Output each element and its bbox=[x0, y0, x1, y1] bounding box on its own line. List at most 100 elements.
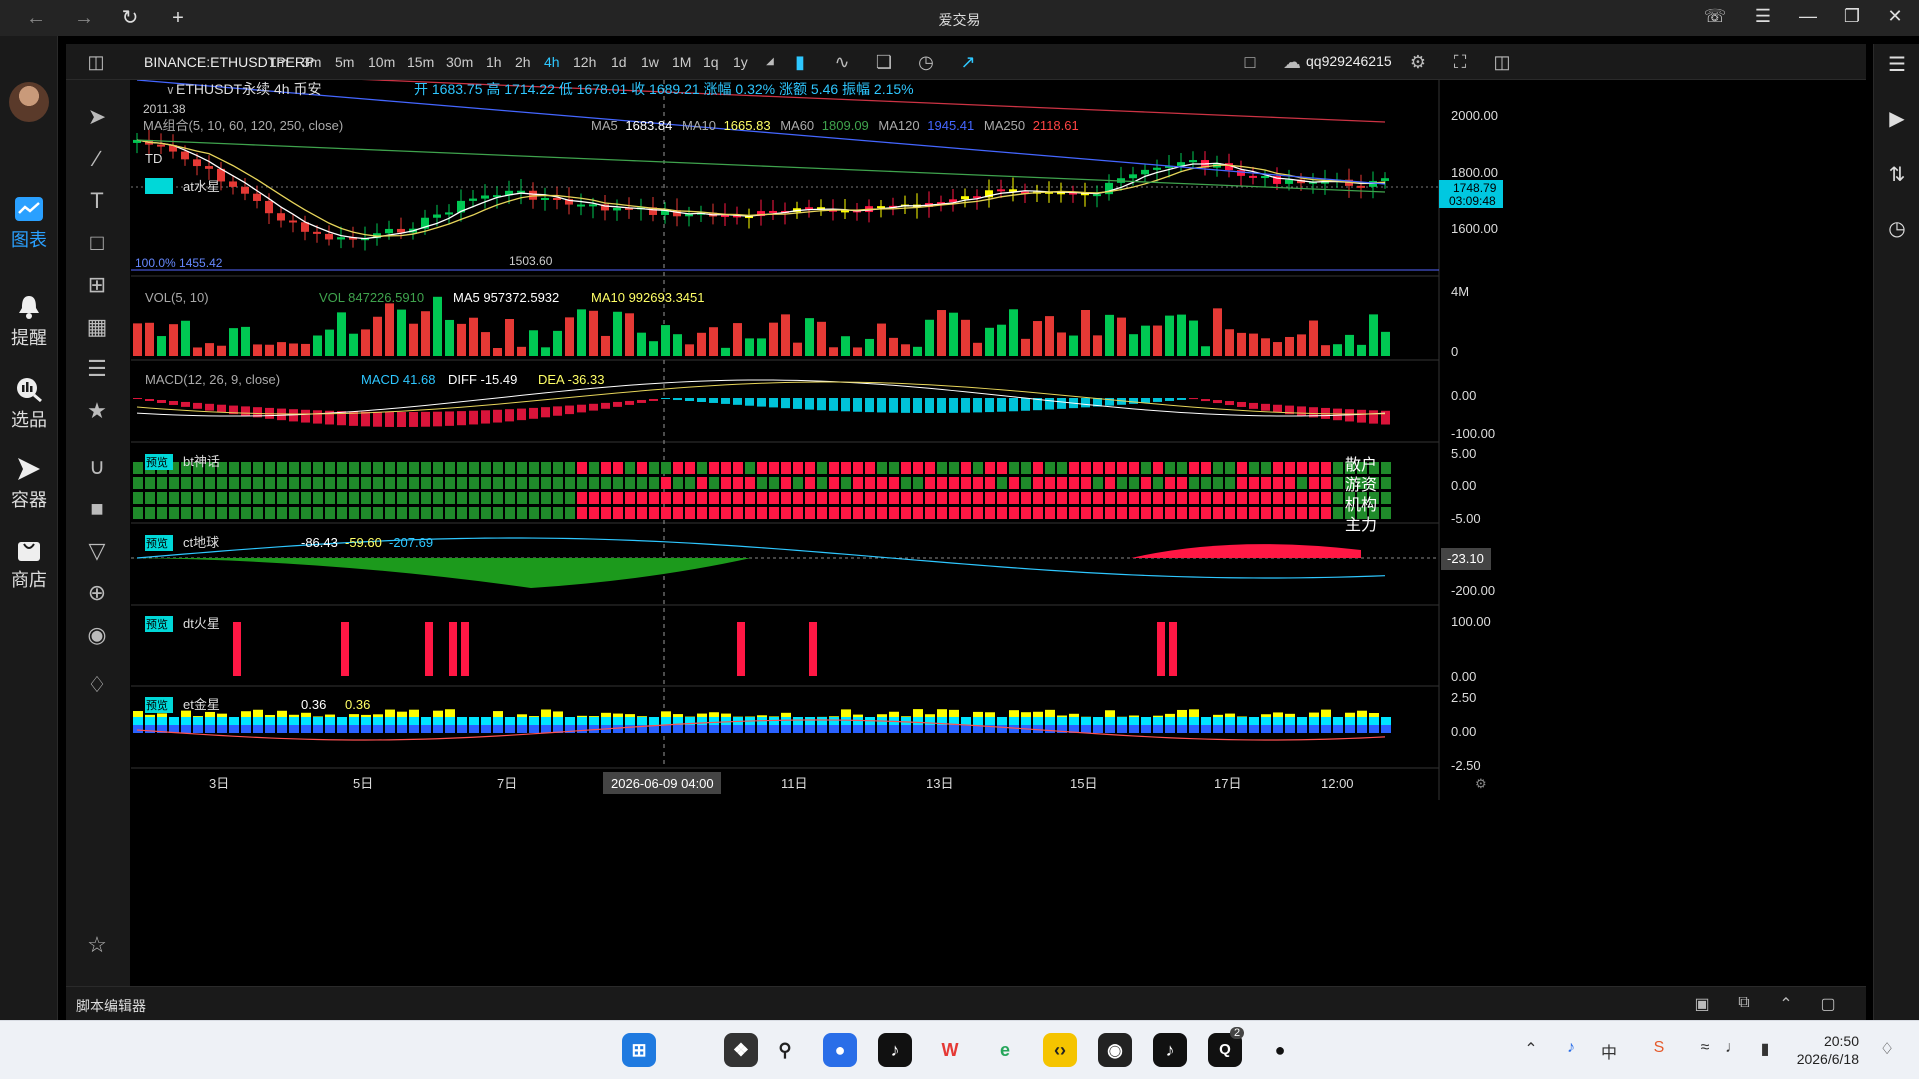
eraser-icon[interactable]: ♢ bbox=[82, 670, 112, 700]
tray-expand-icon[interactable]: ⌃ bbox=[1520, 1039, 1542, 1059]
nav-container[interactable]: 容器 bbox=[0, 456, 58, 512]
volume-bar bbox=[1009, 309, 1018, 356]
tf-1d[interactable]: 1d bbox=[611, 54, 627, 70]
volume-icon[interactable]: ♩ bbox=[1722, 1039, 1744, 1057]
volume-bar bbox=[973, 342, 982, 356]
microphone-icon[interactable]: ♪ bbox=[1560, 1039, 1582, 1057]
close-icon[interactable]: ✕ bbox=[1880, 6, 1910, 27]
obs-icon[interactable]: ◉ bbox=[1098, 1033, 1132, 1067]
tf-10m[interactable]: 10m bbox=[368, 54, 395, 70]
expand-up-icon[interactable]: ⌃ bbox=[1776, 994, 1796, 1014]
tf-1M[interactable]: 1M bbox=[672, 54, 691, 70]
axis-settings-icon[interactable]: ⚙ bbox=[1475, 776, 1487, 791]
fullscreen-icon[interactable]: ⛶ bbox=[1448, 50, 1472, 74]
start-icon[interactable]: ⊞ bbox=[622, 1033, 656, 1067]
tf-1q[interactable]: 1q bbox=[703, 54, 719, 70]
avatar[interactable] bbox=[9, 82, 49, 122]
line-tool-icon[interactable]: ∕ bbox=[82, 144, 112, 174]
text-tool-icon[interactable]: T bbox=[82, 186, 112, 216]
nav-screener[interactable]: 选品 bbox=[0, 376, 58, 432]
dt-tick-0: 0.00 bbox=[1451, 669, 1476, 684]
indicator-icon[interactable]: ∿ bbox=[830, 50, 854, 74]
settings-icon[interactable]: ⚙ bbox=[1406, 50, 1430, 74]
ime-icon[interactable]: 中 bbox=[1598, 1039, 1620, 1063]
grid-tool-icon[interactable]: ▦ bbox=[82, 312, 112, 342]
collapse-chevron-icon[interactable]: ∨ bbox=[166, 83, 175, 97]
wifi-icon[interactable]: ≈ bbox=[1694, 1039, 1716, 1057]
bt-cell bbox=[385, 462, 395, 474]
tf-1m[interactable]: 1m bbox=[269, 54, 288, 70]
minimize-icon[interactable]: — bbox=[1793, 6, 1823, 27]
tf-3m[interactable]: 3m bbox=[302, 54, 321, 70]
script-editor-bar[interactable]: 脚本编辑器 ▣ ⧉ ⌃ ▢ bbox=[66, 986, 1866, 1020]
wps-icon[interactable]: W bbox=[933, 1033, 967, 1067]
nav-store[interactable]: 商店 bbox=[0, 536, 58, 592]
notification-bell-icon[interactable]: ♢ bbox=[1876, 1039, 1898, 1059]
play-icon[interactable]: ▶ bbox=[1884, 106, 1910, 132]
compare-icon[interactable]: ❏ bbox=[872, 50, 896, 74]
penguin-icon[interactable]: ● bbox=[1263, 1033, 1297, 1067]
tf-15m[interactable]: 15m bbox=[407, 54, 434, 70]
target-icon[interactable]: ⊕ bbox=[82, 578, 112, 608]
drawing-icon[interactable]: ↗ bbox=[956, 50, 980, 74]
crop-tool-icon[interactable]: ⊞ bbox=[82, 270, 112, 300]
maximize-panel-icon[interactable]: ▢ bbox=[1818, 994, 1838, 1014]
layout-icon[interactable]: ◫ bbox=[84, 50, 108, 74]
alert-add-icon[interactable]: ◷ bbox=[914, 50, 938, 74]
tf-4h[interactable]: 4h bbox=[544, 54, 560, 70]
volume-bar bbox=[1381, 331, 1390, 356]
order-book-icon[interactable]: ⇅ bbox=[1884, 162, 1910, 188]
et-bar-mid bbox=[1309, 725, 1319, 733]
app-launcher-icon[interactable]: ❖ bbox=[724, 1033, 758, 1067]
hide-icon[interactable]: ◉ bbox=[82, 620, 112, 650]
clock[interactable]: 20:50 2026/6/18 bbox=[1797, 1032, 1859, 1068]
tf-2h[interactable]: 2h bbox=[515, 54, 531, 70]
search-icon[interactable]: ⚲ bbox=[768, 1033, 802, 1067]
main-panel-header[interactable]: ETHUSDT永续 4h 币安 bbox=[176, 81, 321, 97]
candle-type-icon[interactable]: ▮ bbox=[788, 50, 812, 74]
save-icon[interactable]: ▣ bbox=[1692, 994, 1712, 1014]
nav-chart[interactable]: 图表 bbox=[0, 196, 58, 252]
headset-icon[interactable]: ☏ bbox=[1700, 6, 1730, 27]
script-editor-label[interactable]: 脚本编辑器 bbox=[76, 996, 146, 1016]
export-icon[interactable]: ⧉ bbox=[1734, 994, 1754, 1014]
menu-icon[interactable]: ☰ bbox=[1748, 6, 1778, 27]
account-name[interactable]: qq929246215 bbox=[1306, 53, 1392, 69]
square-icon[interactable]: □ bbox=[1238, 50, 1262, 74]
timeframe-dropdown-icon[interactable]: ◢ bbox=[758, 50, 782, 74]
tf-12h[interactable]: 12h bbox=[573, 54, 596, 70]
cursor-icon[interactable]: ➤ bbox=[82, 102, 112, 132]
cloud-icon[interactable]: ☁ bbox=[1280, 50, 1304, 74]
tf-5m[interactable]: 5m bbox=[335, 54, 354, 70]
tf-1w[interactable]: 1w bbox=[641, 54, 659, 70]
symbol-selector[interactable]: BINANCE:ETHUSDTPERP bbox=[144, 54, 314, 70]
feishu-icon[interactable]: ● bbox=[823, 1033, 857, 1067]
bt-cell bbox=[313, 492, 323, 504]
et-bar-cyan bbox=[145, 717, 155, 725]
tiktok-icon[interactable]: ♪ bbox=[878, 1033, 912, 1067]
filter-icon[interactable]: ▽ bbox=[82, 536, 112, 566]
sidebar-toggle-icon[interactable]: ◫ bbox=[1490, 50, 1514, 74]
magnet-icon[interactable]: ∪ bbox=[82, 452, 112, 482]
favorite-icon[interactable]: ☆ bbox=[82, 930, 112, 960]
macd-bar bbox=[745, 398, 754, 406]
watchlist-icon[interactable]: ☰ bbox=[1884, 52, 1910, 78]
rectangle-tool-icon[interactable]: □ bbox=[82, 228, 112, 258]
last-price: 1748.79 bbox=[1453, 181, 1497, 195]
fib-tool-icon[interactable]: ☰ bbox=[82, 354, 112, 384]
chart-area[interactable]: ETHUSDT永续 4h 币安 ∨ 开 1683.75 高 1714.22 低 … bbox=[131, 80, 1869, 980]
code-app-icon[interactable]: ‹› bbox=[1043, 1033, 1077, 1067]
clock-icon[interactable]: ◷ bbox=[1884, 216, 1910, 242]
tiktok-2-icon[interactable]: ♪ bbox=[1153, 1033, 1187, 1067]
star-tool-icon[interactable]: ★ bbox=[82, 396, 112, 426]
tf-1y[interactable]: 1y bbox=[733, 54, 748, 70]
edge-icon[interactable]: e bbox=[988, 1033, 1022, 1067]
lock-icon[interactable]: ■ bbox=[82, 494, 112, 524]
battery-icon[interactable]: ▮ bbox=[1754, 1039, 1776, 1059]
nav-alert[interactable]: 提醒 bbox=[0, 294, 58, 350]
restore-icon[interactable]: ❐ bbox=[1837, 6, 1867, 27]
tf-1h[interactable]: 1h bbox=[486, 54, 502, 70]
app-tray-icon[interactable]: S bbox=[1648, 1039, 1670, 1057]
volume-bar bbox=[1333, 344, 1342, 356]
tf-30m[interactable]: 30m bbox=[446, 54, 473, 70]
